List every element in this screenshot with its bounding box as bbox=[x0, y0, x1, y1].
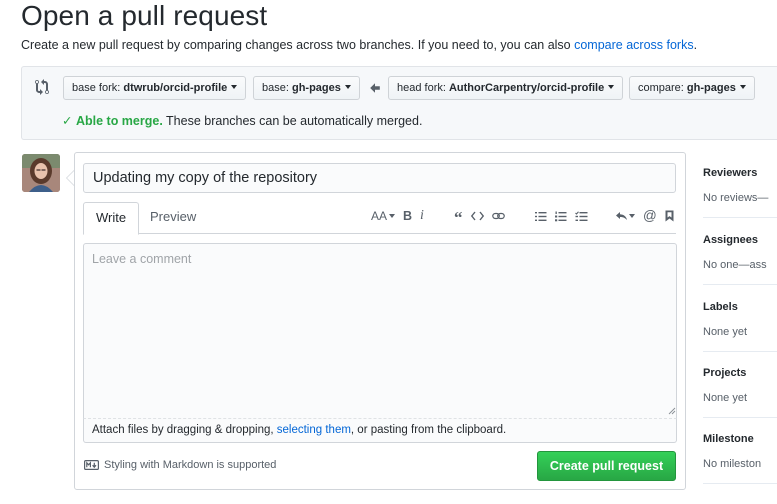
sidebar-value: None yet bbox=[703, 326, 748, 338]
sidebar-value: No one—ass bbox=[703, 259, 767, 271]
base-branch-value: gh-pages bbox=[291, 82, 341, 94]
unordered-list-icon[interactable] bbox=[535, 211, 547, 222]
sidebar-value: No reviews— bbox=[703, 192, 769, 204]
select-files-link[interactable]: selecting them bbox=[277, 424, 351, 436]
avatar[interactable] bbox=[22, 154, 60, 192]
header-icon-glyph: AA bbox=[371, 209, 388, 223]
range-editor: base fork: dtwrub/orcid-profile base: gh… bbox=[21, 66, 777, 140]
mention-icon[interactable]: @ bbox=[643, 206, 657, 226]
italic-icon[interactable]: i bbox=[420, 206, 424, 226]
comment-textarea[interactable]: Leave a comment bbox=[83, 243, 677, 419]
sidebar-milestone[interactable]: Milestone No mileston bbox=[703, 418, 777, 484]
header-icon[interactable]: AA bbox=[371, 206, 396, 226]
attach-text-suffix: , or pasting from the clipboard. bbox=[350, 424, 507, 436]
resize-handle-icon[interactable] bbox=[668, 407, 676, 415]
form-pointer-inner bbox=[67, 171, 74, 185]
sidebar-heading: Reviewers bbox=[703, 167, 758, 179]
base-fork-label: base fork: bbox=[72, 82, 124, 94]
compare-arrows-icon bbox=[35, 79, 49, 95]
base-branch-select[interactable]: base: gh-pages bbox=[253, 76, 360, 100]
sidebar-heading: Assignees bbox=[703, 234, 759, 246]
merge-status: ✓ Able to merge. These branches can be a… bbox=[62, 113, 422, 128]
merge-status-text: These branches can be automatically merg… bbox=[162, 114, 423, 128]
reply-arrow-icon bbox=[616, 212, 627, 220]
attach-text: Attach files by dragging & dropping, bbox=[92, 424, 277, 436]
check-icon: ✓ bbox=[62, 114, 73, 128]
subtitle-text: Create a new pull request by comparing c… bbox=[21, 38, 575, 52]
page-title: Open a pull request bbox=[21, 0, 268, 31]
sidebar-heading: Milestone bbox=[703, 433, 754, 445]
format-toolbar-text: AA B i bbox=[367, 206, 428, 226]
head-fork-label: head fork: bbox=[397, 82, 449, 94]
sidebar-reviewers[interactable]: Reviewers No reviews— bbox=[703, 152, 777, 218]
bookmark-icon[interactable] bbox=[665, 210, 674, 222]
chevron-down-icon bbox=[629, 214, 635, 218]
markdown-icon bbox=[84, 460, 99, 470]
base-fork-select[interactable]: base fork: dtwrub/orcid-profile bbox=[63, 76, 247, 100]
format-toolbar-misc: @ bbox=[611, 206, 678, 226]
subtitle-period: . bbox=[693, 38, 698, 52]
ordered-list-icon[interactable] bbox=[555, 211, 567, 222]
head-fork-value: AuthorCarpentry/orcid-profile bbox=[448, 82, 605, 94]
task-list-icon[interactable] bbox=[575, 210, 588, 222]
file-attach-bar[interactable]: Attach files by dragging & dropping, sel… bbox=[83, 419, 677, 443]
title-input[interactable]: Updating my copy of the repository bbox=[83, 163, 676, 193]
code-icon[interactable] bbox=[470, 211, 484, 221]
sidebar-heading: Projects bbox=[703, 367, 747, 379]
sidebar-heading: Labels bbox=[703, 301, 738, 313]
page-subtitle: Create a new pull request by comparing c… bbox=[21, 38, 697, 52]
reply-icon[interactable] bbox=[615, 211, 635, 221]
tab-preview[interactable]: Preview bbox=[138, 202, 208, 234]
compare-branch-label: compare: bbox=[638, 82, 687, 94]
link-icon[interactable] bbox=[491, 211, 505, 221]
chevron-down-icon bbox=[608, 85, 615, 89]
chevron-down-icon bbox=[389, 214, 396, 218]
format-toolbar-blocks: “ bbox=[450, 206, 509, 228]
sidebar-projects[interactable]: Projects None yet bbox=[703, 352, 777, 418]
base-branch-label: base: bbox=[262, 82, 292, 94]
chevron-down-icon bbox=[739, 85, 746, 89]
create-pull-request-button[interactable]: Create pull request bbox=[537, 451, 676, 481]
chevron-down-icon bbox=[231, 85, 238, 89]
bold-icon[interactable]: B bbox=[403, 206, 412, 226]
sidebar-value: None yet bbox=[703, 392, 748, 404]
markdown-note-text: Styling with Markdown is supported bbox=[104, 459, 277, 471]
compare-branch-select[interactable]: compare: gh-pages bbox=[629, 76, 755, 100]
compare-branch-value: gh-pages bbox=[686, 82, 736, 94]
chevron-down-icon bbox=[344, 85, 351, 89]
compare-across-forks-link[interactable]: compare across forks bbox=[574, 38, 693, 52]
format-toolbar-lists bbox=[531, 206, 592, 226]
markdown-note[interactable]: Styling with Markdown is supported bbox=[84, 459, 276, 471]
sidebar-value: No mileston bbox=[703, 458, 762, 470]
arrow-left-icon bbox=[370, 83, 380, 93]
head-fork-select[interactable]: head fork: AuthorCarpentry/orcid-profile bbox=[388, 76, 624, 100]
quote-icon[interactable]: “ bbox=[454, 208, 463, 228]
sidebar-assignees[interactable]: Assignees No one—ass bbox=[703, 219, 777, 285]
tab-write[interactable]: Write bbox=[83, 202, 140, 235]
sidebar-labels[interactable]: Labels None yet bbox=[703, 286, 777, 352]
merge-status-strong: Able to merge. bbox=[75, 114, 163, 128]
avatar-image bbox=[22, 154, 60, 192]
base-fork-value: dtwrub/orcid-profile bbox=[123, 82, 228, 94]
